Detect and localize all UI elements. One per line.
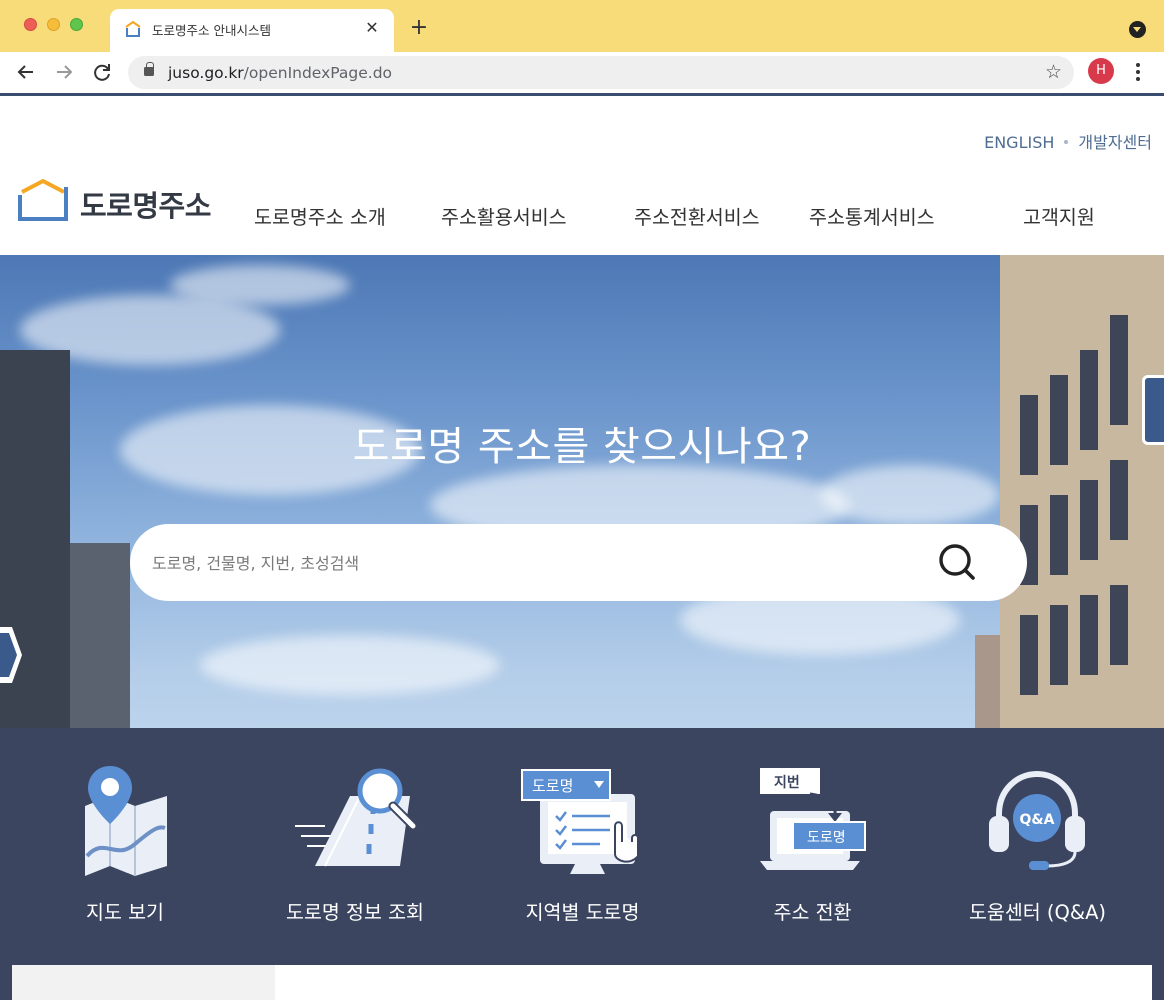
site-header: ENGLISH 개발자센터 도로명주소 도로명주소 소개 주소활용서비스 주소전환… [0, 96, 1164, 255]
quick-menu-label: 도움센터 (Q&A) [968, 901, 1107, 924]
road-search-icon [295, 768, 418, 867]
browser-tab-active[interactable]: 도로명주소 안내시스템 ✕ [110, 9, 394, 52]
browser-toolbar: juso.go.kr/openIndexPage.do ☆ H [0, 52, 1164, 92]
quick-menu-region-roads[interactable]: 도로명 지역별 도로명 [510, 728, 655, 965]
quick-menu-road-info[interactable]: 도로명 정보 조회 [275, 728, 435, 965]
forward-arrow-icon[interactable] [50, 58, 78, 86]
maximize-window-button[interactable] [70, 18, 83, 31]
search-icon[interactable] [936, 541, 980, 585]
nav-item-support[interactable]: 고객지원 [1023, 201, 1095, 230]
new-tab-button[interactable]: + [407, 17, 431, 41]
lock-icon [144, 62, 154, 76]
close-window-button[interactable] [24, 18, 37, 31]
quick-menu-help-center[interactable]: Q&A 도움센터 (Q&A) [955, 728, 1120, 965]
address-convert-icon: 지번 도로명 [760, 768, 866, 870]
address-search-box [130, 524, 1027, 601]
reload-icon[interactable] [88, 58, 116, 86]
close-tab-icon[interactable]: ✕ [362, 18, 382, 38]
developer-center-link[interactable]: 개발자센터 [1078, 133, 1152, 152]
minimize-window-button[interactable] [47, 18, 60, 31]
nav-item-intro[interactable]: 도로명주소 소개 [254, 201, 386, 230]
separator-dot [1064, 139, 1069, 144]
cloud-decoration [200, 635, 500, 695]
building-left-back [70, 543, 130, 728]
logo-text: 도로명주소 [80, 189, 211, 223]
content-panel-left [12, 965, 275, 1000]
url-text: juso.go.kr/openIndexPage.do [168, 64, 393, 82]
quick-menu-map[interactable]: 지도 보기 [50, 728, 200, 965]
profile-avatar[interactable]: H [1088, 58, 1114, 84]
site-favicon-icon [125, 20, 141, 37]
utility-links: ENGLISH 개발자센터 [984, 129, 1152, 153]
hero-title: 도로명 주소를 찾으시나요? [352, 424, 812, 470]
quick-menu-label: 도로명 정보 조회 [286, 901, 424, 924]
tab-title: 도로명주소 안내시스템 [152, 23, 271, 38]
slide-prev-arrow-icon[interactable] [0, 623, 22, 687]
quick-menu-label: 지도 보기 [86, 901, 164, 924]
site-logo[interactable]: 도로명주소 [16, 178, 226, 223]
bookmark-star-icon[interactable]: ☆ [1045, 61, 1062, 83]
nav-item-statistics[interactable]: 주소통계서비스 [809, 201, 935, 230]
headset-qa-icon: Q&A [989, 770, 1085, 870]
cloud-decoration [170, 265, 350, 305]
building-right [1000, 255, 1164, 728]
qa-badge-text: Q&A [1020, 812, 1055, 828]
quick-menu-label: 주소 전환 [773, 901, 852, 924]
hero-banner: 도로명 주소를 찾으시나요? [0, 255, 1164, 728]
logo-house-icon [18, 179, 68, 221]
nav-item-conversion[interactable]: 주소전환서비스 [634, 201, 760, 230]
nav-item-utilization[interactable]: 주소활용서비스 [441, 201, 567, 230]
english-link[interactable]: ENGLISH [984, 133, 1054, 152]
quick-menu-address-convert[interactable]: 지번 도로명 주소 전환 [740, 728, 885, 965]
map-pin-icon [85, 766, 167, 876]
region-badge-text: 도로명 [532, 777, 573, 795]
browser-tabstrip: 도로명주소 안내시스템 ✕ + [0, 0, 1164, 52]
browser-menu-icon[interactable] [1128, 60, 1148, 84]
region-select-icon: 도로명 [521, 769, 639, 874]
address-search-input[interactable] [152, 546, 912, 580]
convert-to-text: 도로명 [807, 830, 846, 846]
back-arrow-icon[interactable] [12, 58, 40, 86]
quick-menu: 지도 보기 도로명 정보 조회 도로명 지역별 도로명 지번 도로명 주소 전환… [0, 728, 1164, 965]
tab-search-button[interactable] [1129, 21, 1146, 38]
convert-from-text: 지번 [774, 775, 800, 791]
address-bar[interactable]: juso.go.kr/openIndexPage.do ☆ [128, 56, 1074, 89]
content-panel [12, 965, 1152, 1000]
quick-menu-label: 지역별 도로명 [525, 901, 640, 924]
cloud-decoration [820, 465, 1000, 525]
content-area [0, 965, 1164, 1000]
